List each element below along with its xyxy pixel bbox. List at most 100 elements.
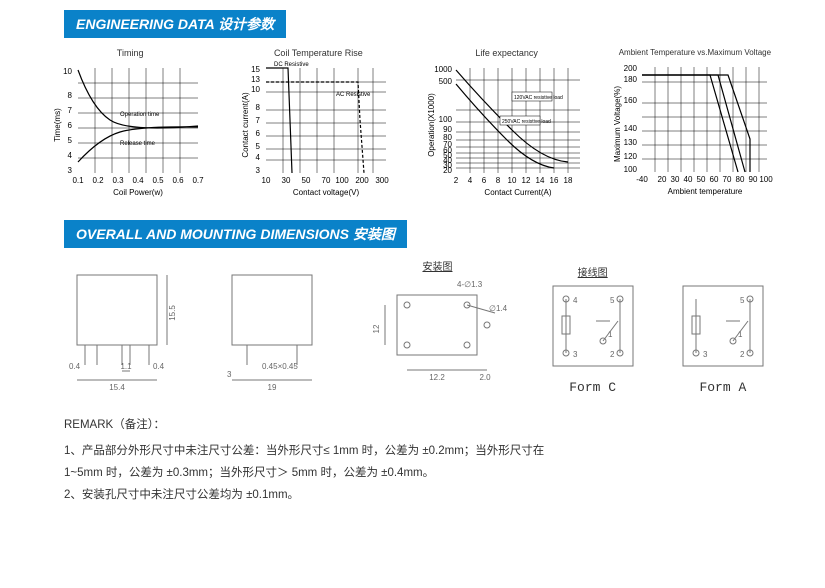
drawing-form-a: 5 3 1 2 Form A — [678, 265, 768, 395]
remark-line: 2、安装孔尺寸中未注尺寸公差均为 ±0.1mm。 — [64, 485, 761, 507]
svg-text:80: 80 — [443, 133, 452, 142]
svg-text:200: 200 — [356, 176, 370, 185]
svg-text:0.5: 0.5 — [153, 176, 165, 185]
svg-text:40: 40 — [683, 175, 692, 184]
svg-text:10: 10 — [63, 67, 72, 76]
remark-block: REMARK（备注）： 1、产品部分外形尺寸中未注尺寸公差：当外形尺寸≤ 1mm… — [64, 415, 761, 506]
svg-text:130: 130 — [624, 138, 638, 147]
svg-text:4: 4 — [256, 153, 261, 162]
form-c-caption: Form C — [548, 380, 638, 395]
svg-text:15.4: 15.4 — [109, 383, 125, 392]
svg-text:100: 100 — [438, 115, 452, 124]
svg-text:18: 18 — [563, 176, 572, 185]
svg-text:15: 15 — [251, 65, 260, 74]
svg-text:13: 13 — [251, 75, 260, 84]
svg-text:80: 80 — [735, 175, 744, 184]
svg-text:180: 180 — [624, 75, 638, 84]
svg-text:12.2: 12.2 — [430, 373, 446, 382]
svg-text:200: 200 — [624, 64, 638, 73]
series-label: Operation time — [120, 112, 160, 118]
svg-text:90: 90 — [748, 175, 757, 184]
xlabel: Contact voltage(V) — [293, 188, 360, 197]
svg-text:12: 12 — [372, 324, 381, 333]
ylabel: Time(ms) — [53, 108, 62, 142]
drawing-form-c: 接线图 4 5 3 1 2 Form C — [548, 264, 638, 395]
chart-life: Life expectancy 120VAC resistive load 25… — [417, 48, 597, 200]
ylabel: Operation(X1000) — [427, 93, 436, 157]
dimensions-row: 15.5 15.4 1.1 0.4 0.4 0.45×0.45 19 3 安装图… — [0, 258, 825, 395]
chart-title: Life expectancy — [417, 48, 597, 58]
svg-text:100: 100 — [336, 176, 350, 185]
svg-text:3: 3 — [227, 370, 232, 379]
svg-text:0.2: 0.2 — [93, 176, 105, 185]
form-a-caption: Form A — [678, 380, 768, 395]
svg-text:3: 3 — [256, 166, 261, 175]
svg-text:70: 70 — [722, 175, 731, 184]
drawing-mounting: 安装图 4-∅1.3 ∅1.4 12 12.2 2.0 — [367, 258, 507, 395]
section-header-engineering: ENGINEERING DATA 设计参数 — [64, 10, 286, 38]
charts-row: Timing Operation time Release time 3 4 5… — [0, 48, 825, 210]
svg-text:60: 60 — [709, 175, 718, 184]
svg-text:6: 6 — [256, 129, 261, 138]
svg-text:3: 3 — [573, 350, 578, 359]
xlabel: Contact Current(A) — [484, 188, 551, 197]
svg-text:5: 5 — [256, 142, 261, 151]
svg-text:∅1.4: ∅1.4 — [489, 304, 507, 313]
remark-line: 1、产品部分外形尺寸中未注尺寸公差：当外形尺寸≤ 1mm 时，公差为 ±0.2m… — [64, 441, 761, 463]
svg-text:4: 4 — [467, 176, 472, 185]
xlabel: Ambient temperature — [668, 187, 743, 196]
svg-text:30: 30 — [282, 176, 291, 185]
chart-timing: Timing Operation time Release time 3 4 5… — [40, 48, 220, 200]
svg-text:4-∅1.3: 4-∅1.3 — [457, 280, 483, 289]
svg-text:0.7: 0.7 — [193, 176, 205, 185]
svg-text:19: 19 — [268, 383, 277, 392]
svg-text:0.1: 0.1 — [73, 176, 85, 185]
svg-text:2: 2 — [453, 176, 458, 185]
svg-text:120: 120 — [624, 152, 638, 161]
svg-text:8: 8 — [495, 176, 500, 185]
svg-text:15.5: 15.5 — [168, 305, 177, 321]
svg-text:2: 2 — [610, 350, 615, 359]
svg-text:4: 4 — [573, 296, 578, 305]
drawing-side-view: 15.5 15.4 1.1 0.4 0.4 — [57, 265, 177, 395]
series-label: DC Resistive — [274, 62, 309, 68]
svg-text:-40: -40 — [636, 175, 648, 184]
ylabel: Contact current(A) — [241, 92, 250, 158]
chart-title: Timing — [40, 48, 220, 58]
svg-text:90: 90 — [443, 125, 452, 134]
svg-text:1.1: 1.1 — [121, 362, 133, 371]
wiring-label: 接线图 — [548, 264, 638, 279]
svg-text:140: 140 — [624, 124, 638, 133]
svg-text:1000: 1000 — [434, 65, 452, 74]
remark-title: REMARK（备注）： — [64, 415, 761, 437]
svg-text:4: 4 — [68, 151, 73, 160]
svg-text:50: 50 — [696, 175, 705, 184]
series-label: 250VAC resistive load — [502, 119, 551, 125]
svg-text:10: 10 — [507, 176, 516, 185]
svg-text:14: 14 — [535, 176, 544, 185]
svg-text:50: 50 — [302, 176, 311, 185]
svg-text:3: 3 — [68, 166, 73, 175]
svg-text:5: 5 — [740, 296, 745, 305]
svg-text:0.6: 0.6 — [173, 176, 185, 185]
svg-text:30: 30 — [670, 175, 679, 184]
svg-text:100: 100 — [759, 175, 773, 184]
remark-line: 1~5mm 时，公差为 ±0.3mm；当外形尺寸＞ 5mm 时，公差为 ±0.4… — [64, 463, 761, 485]
svg-text:16: 16 — [549, 176, 558, 185]
svg-text:0.4: 0.4 — [69, 362, 81, 371]
chart-temp-rise: Coil Temperature Rise DC Resistive AC Re… — [228, 48, 408, 200]
svg-text:7: 7 — [256, 116, 261, 125]
svg-text:2.0: 2.0 — [480, 373, 492, 382]
svg-text:7: 7 — [68, 106, 73, 115]
svg-text:0.45×0.45: 0.45×0.45 — [262, 362, 298, 371]
svg-text:500: 500 — [438, 77, 452, 86]
svg-text:100: 100 — [624, 165, 638, 174]
svg-text:6: 6 — [481, 176, 486, 185]
svg-text:10: 10 — [251, 85, 260, 94]
chart-title: Coil Temperature Rise — [228, 48, 408, 58]
svg-text:300: 300 — [376, 176, 390, 185]
section-header-dimensions: OVERALL AND MOUNTING DIMENSIONS 安装图 — [64, 220, 407, 248]
svg-text:0.4: 0.4 — [153, 362, 165, 371]
svg-text:8: 8 — [256, 103, 261, 112]
svg-text:2: 2 — [740, 350, 745, 359]
